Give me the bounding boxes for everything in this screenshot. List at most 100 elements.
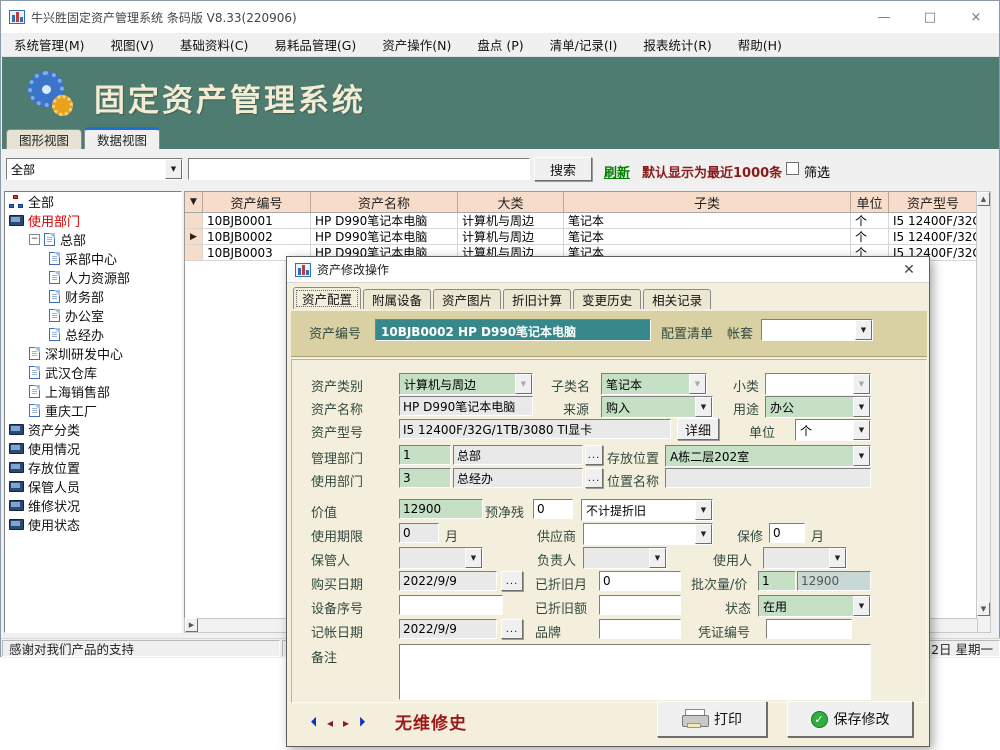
col-model[interactable]: 资产型号 bbox=[889, 192, 977, 212]
scroll-right-icon[interactable]: ▶ bbox=[185, 618, 198, 632]
voucher-input[interactable] bbox=[766, 619, 852, 639]
table-row[interactable]: 10BJB0001 HP D990笔记本电脑 计算机与周边 笔记本 个 I5 1… bbox=[185, 213, 977, 229]
depr-months-input[interactable] bbox=[599, 571, 681, 591]
tree-item-finance[interactable]: 财务部 bbox=[5, 287, 181, 306]
detail-button[interactable]: 详细 bbox=[677, 418, 719, 440]
save-button[interactable]: ✓ 保存修改 bbox=[787, 701, 913, 737]
tab-asset-photo[interactable]: 资产图片 bbox=[433, 289, 501, 309]
tree-item-repair[interactable]: 维修状况 bbox=[5, 496, 181, 515]
status-select[interactable]: 在用▼ bbox=[758, 595, 871, 615]
search-button[interactable]: 搜索 bbox=[534, 157, 592, 181]
tree-item-asset-class[interactable]: 资产分类 bbox=[5, 420, 181, 439]
keeper-select[interactable]: ▼ bbox=[399, 547, 483, 567]
tree-item-purchasing[interactable]: 采部中心 bbox=[5, 249, 181, 268]
last-record-icon[interactable]: ⏵ bbox=[359, 715, 365, 730]
tab-attachments[interactable]: 附属设备 bbox=[363, 289, 431, 309]
supplier-select[interactable]: ▼ bbox=[583, 523, 713, 543]
menu-inventory[interactable]: 盘点 (P) bbox=[464, 33, 536, 56]
remark-textarea[interactable] bbox=[399, 644, 871, 700]
tree-item-office[interactable]: 办公室 bbox=[5, 306, 181, 325]
filter-checkbox[interactable] bbox=[786, 162, 799, 175]
depreciation-method-select[interactable]: 不计提折旧▼ bbox=[581, 499, 713, 519]
tree-item-keeper[interactable]: 保管人员 bbox=[5, 477, 181, 496]
minor-class-select[interactable]: ▼ bbox=[765, 373, 871, 393]
chevron-down-icon[interactable]: ▼ bbox=[465, 548, 482, 568]
value-input[interactable] bbox=[399, 499, 483, 519]
tree-item-wuhan[interactable]: 武汉仓库 bbox=[5, 363, 181, 382]
user-select[interactable]: ▼ bbox=[763, 547, 847, 567]
book-date-picker-button[interactable]: ... bbox=[501, 619, 523, 639]
depr-amount-input[interactable] bbox=[599, 595, 681, 615]
col-asset-name[interactable]: 资产名称 bbox=[311, 192, 458, 212]
tree-item-shanghai[interactable]: 上海销售部 bbox=[5, 382, 181, 401]
next-record-icon[interactable]: ▸ bbox=[343, 716, 349, 730]
chevron-down-icon[interactable]: ▼ bbox=[853, 596, 870, 616]
category-select[interactable]: 计算机与周边▼ bbox=[399, 373, 533, 393]
refresh-link[interactable]: 刷新 bbox=[604, 162, 630, 181]
batch-price-input[interactable] bbox=[797, 571, 871, 591]
chevron-down-icon[interactable]: ▼ bbox=[695, 500, 712, 520]
scroll-up-icon[interactable]: ▲ bbox=[977, 192, 990, 206]
buy-date-input[interactable] bbox=[399, 571, 497, 591]
mgmt-dept-picker-button[interactable]: ... bbox=[585, 445, 603, 465]
serial-input[interactable] bbox=[399, 595, 503, 615]
chevron-down-icon[interactable]: ▼ bbox=[695, 397, 712, 417]
tree-item-hq[interactable]: −总部 bbox=[5, 230, 181, 249]
table-row-current[interactable]: ▶ 10BJB0002 HP D990笔记本电脑 计算机与周边 笔记本 个 I5… bbox=[185, 229, 977, 245]
tab-data-view[interactable]: 数据视图 bbox=[84, 127, 160, 149]
tree-item-shenzhen[interactable]: 深圳研发中心 bbox=[5, 344, 181, 363]
vertical-scrollbar[interactable]: ▲ ▼ bbox=[976, 191, 991, 633]
subcategory-select[interactable]: 笔记本▼ bbox=[601, 373, 707, 393]
chevron-down-icon[interactable]: ▼ bbox=[649, 548, 666, 568]
book-date-input[interactable] bbox=[399, 619, 497, 639]
chevron-down-icon[interactable]: ▼ bbox=[829, 548, 846, 568]
scope-select[interactable]: 全部 ▼ bbox=[6, 158, 183, 180]
asset-name-input[interactable] bbox=[399, 396, 533, 416]
tree-item-chongqing[interactable]: 重庆工厂 bbox=[5, 401, 181, 420]
chevron-down-icon[interactable]: ▼ bbox=[853, 446, 870, 466]
col-subcategory[interactable]: 子类 bbox=[564, 192, 851, 212]
chevron-down-icon[interactable]: ▼ bbox=[853, 420, 870, 440]
chevron-down-icon[interactable]: ▼ bbox=[695, 524, 712, 544]
col-category[interactable]: 大类 bbox=[458, 192, 564, 212]
tree-item-location[interactable]: 存放位置 bbox=[5, 458, 181, 477]
period-input[interactable] bbox=[399, 523, 439, 543]
tab-change-history[interactable]: 变更历史 bbox=[573, 289, 641, 309]
use-dept-code-input[interactable] bbox=[399, 468, 451, 488]
use-dept-picker-button[interactable]: ... bbox=[585, 468, 603, 488]
col-asset-code[interactable]: 资产编号 bbox=[203, 192, 311, 212]
tree-item-hr[interactable]: 人力资源部 bbox=[5, 268, 181, 287]
scroll-down-icon[interactable]: ▼ bbox=[977, 602, 990, 616]
charge-select[interactable]: ▼ bbox=[583, 547, 667, 567]
menu-lists[interactable]: 清单/记录(I) bbox=[537, 33, 631, 56]
minimize-button[interactable]: — bbox=[861, 1, 907, 33]
menu-basic-data[interactable]: 基础资料(C) bbox=[167, 33, 261, 56]
menu-system[interactable]: 系统管理(M) bbox=[1, 33, 98, 56]
buy-date-picker-button[interactable]: ... bbox=[501, 571, 523, 591]
unit-select[interactable]: 个▼ bbox=[795, 419, 871, 439]
menu-asset-ops[interactable]: 资产操作(N) bbox=[369, 33, 464, 56]
brand-input[interactable] bbox=[599, 619, 681, 639]
model-input[interactable] bbox=[399, 419, 671, 439]
menu-help[interactable]: 帮助(H) bbox=[725, 33, 795, 56]
close-button[interactable]: × bbox=[953, 1, 999, 33]
batch-qty-input[interactable] bbox=[758, 571, 796, 591]
config-list-label[interactable]: 配置清单 bbox=[661, 323, 713, 342]
tab-related-records[interactable]: 相关记录 bbox=[643, 289, 711, 309]
menu-view[interactable]: 视图(V) bbox=[98, 33, 167, 56]
collapse-icon[interactable]: − bbox=[29, 234, 40, 245]
mgmt-dept-name-input[interactable] bbox=[453, 445, 583, 465]
tree-item-all[interactable]: 全部 bbox=[5, 192, 181, 211]
tab-depreciation[interactable]: 折旧计算 bbox=[503, 289, 571, 309]
tree-item-usage[interactable]: 使用情况 bbox=[5, 439, 181, 458]
print-button[interactable]: 打印 bbox=[657, 701, 767, 737]
mgmt-dept-code-input[interactable] bbox=[399, 445, 451, 465]
tab-graph-view[interactable]: 图形视图 bbox=[6, 129, 82, 149]
source-select[interactable]: 购入▼ bbox=[601, 396, 713, 416]
usage-select[interactable]: 办公▼ bbox=[765, 396, 871, 416]
warranty-input[interactable] bbox=[769, 523, 805, 543]
chevron-down-icon[interactable]: ▼ bbox=[855, 320, 872, 340]
tab-asset-config[interactable]: 资产配置 bbox=[293, 287, 361, 309]
location-name-input[interactable] bbox=[665, 468, 871, 488]
menu-reports[interactable]: 报表统计(R) bbox=[630, 33, 724, 56]
